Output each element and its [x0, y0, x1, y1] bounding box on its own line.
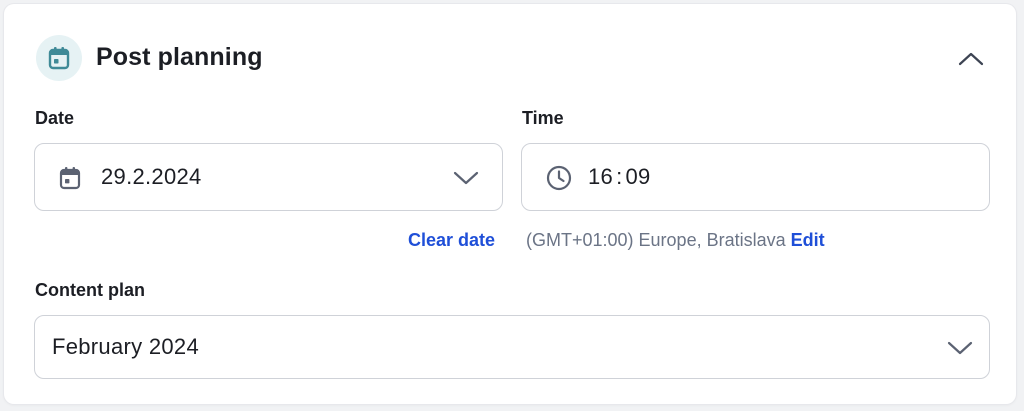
timezone-line: (GMT+01:00) Europe, Bratislava Edit	[526, 229, 825, 251]
date-picker[interactable]: 29.2.2024	[34, 143, 503, 211]
clock-icon	[546, 165, 572, 196]
collapse-button[interactable]	[954, 44, 988, 74]
content-plan-select[interactable]: February 2024	[34, 315, 990, 379]
date-value: 29.2.2024	[101, 164, 202, 189]
content-plan-label: Content plan	[35, 280, 145, 300]
calendar-icon	[59, 166, 81, 195]
chevron-down-icon	[947, 340, 973, 361]
clear-date-link[interactable]: Clear date	[408, 229, 495, 251]
time-minutes[interactable]: 09	[626, 164, 651, 189]
chevron-down-icon	[453, 170, 479, 191]
chevron-up-icon	[958, 52, 984, 66]
panel-title: Post planning	[96, 43, 263, 71]
time-separator: :	[616, 164, 623, 189]
timezone-text: (GMT+01:00) Europe, Bratislava	[526, 230, 786, 250]
date-label: Date	[35, 108, 75, 128]
edit-timezone-link[interactable]: Edit	[791, 230, 825, 250]
post-planning-panel: Post planning Date 29.2.2024 Clear date …	[4, 4, 1016, 404]
time-label: Time	[522, 108, 564, 128]
time-input[interactable]: 16:09	[521, 143, 990, 211]
content-plan-value: February 2024	[52, 334, 199, 359]
calendar-icon	[36, 35, 82, 81]
time-hours[interactable]: 16	[588, 164, 613, 189]
